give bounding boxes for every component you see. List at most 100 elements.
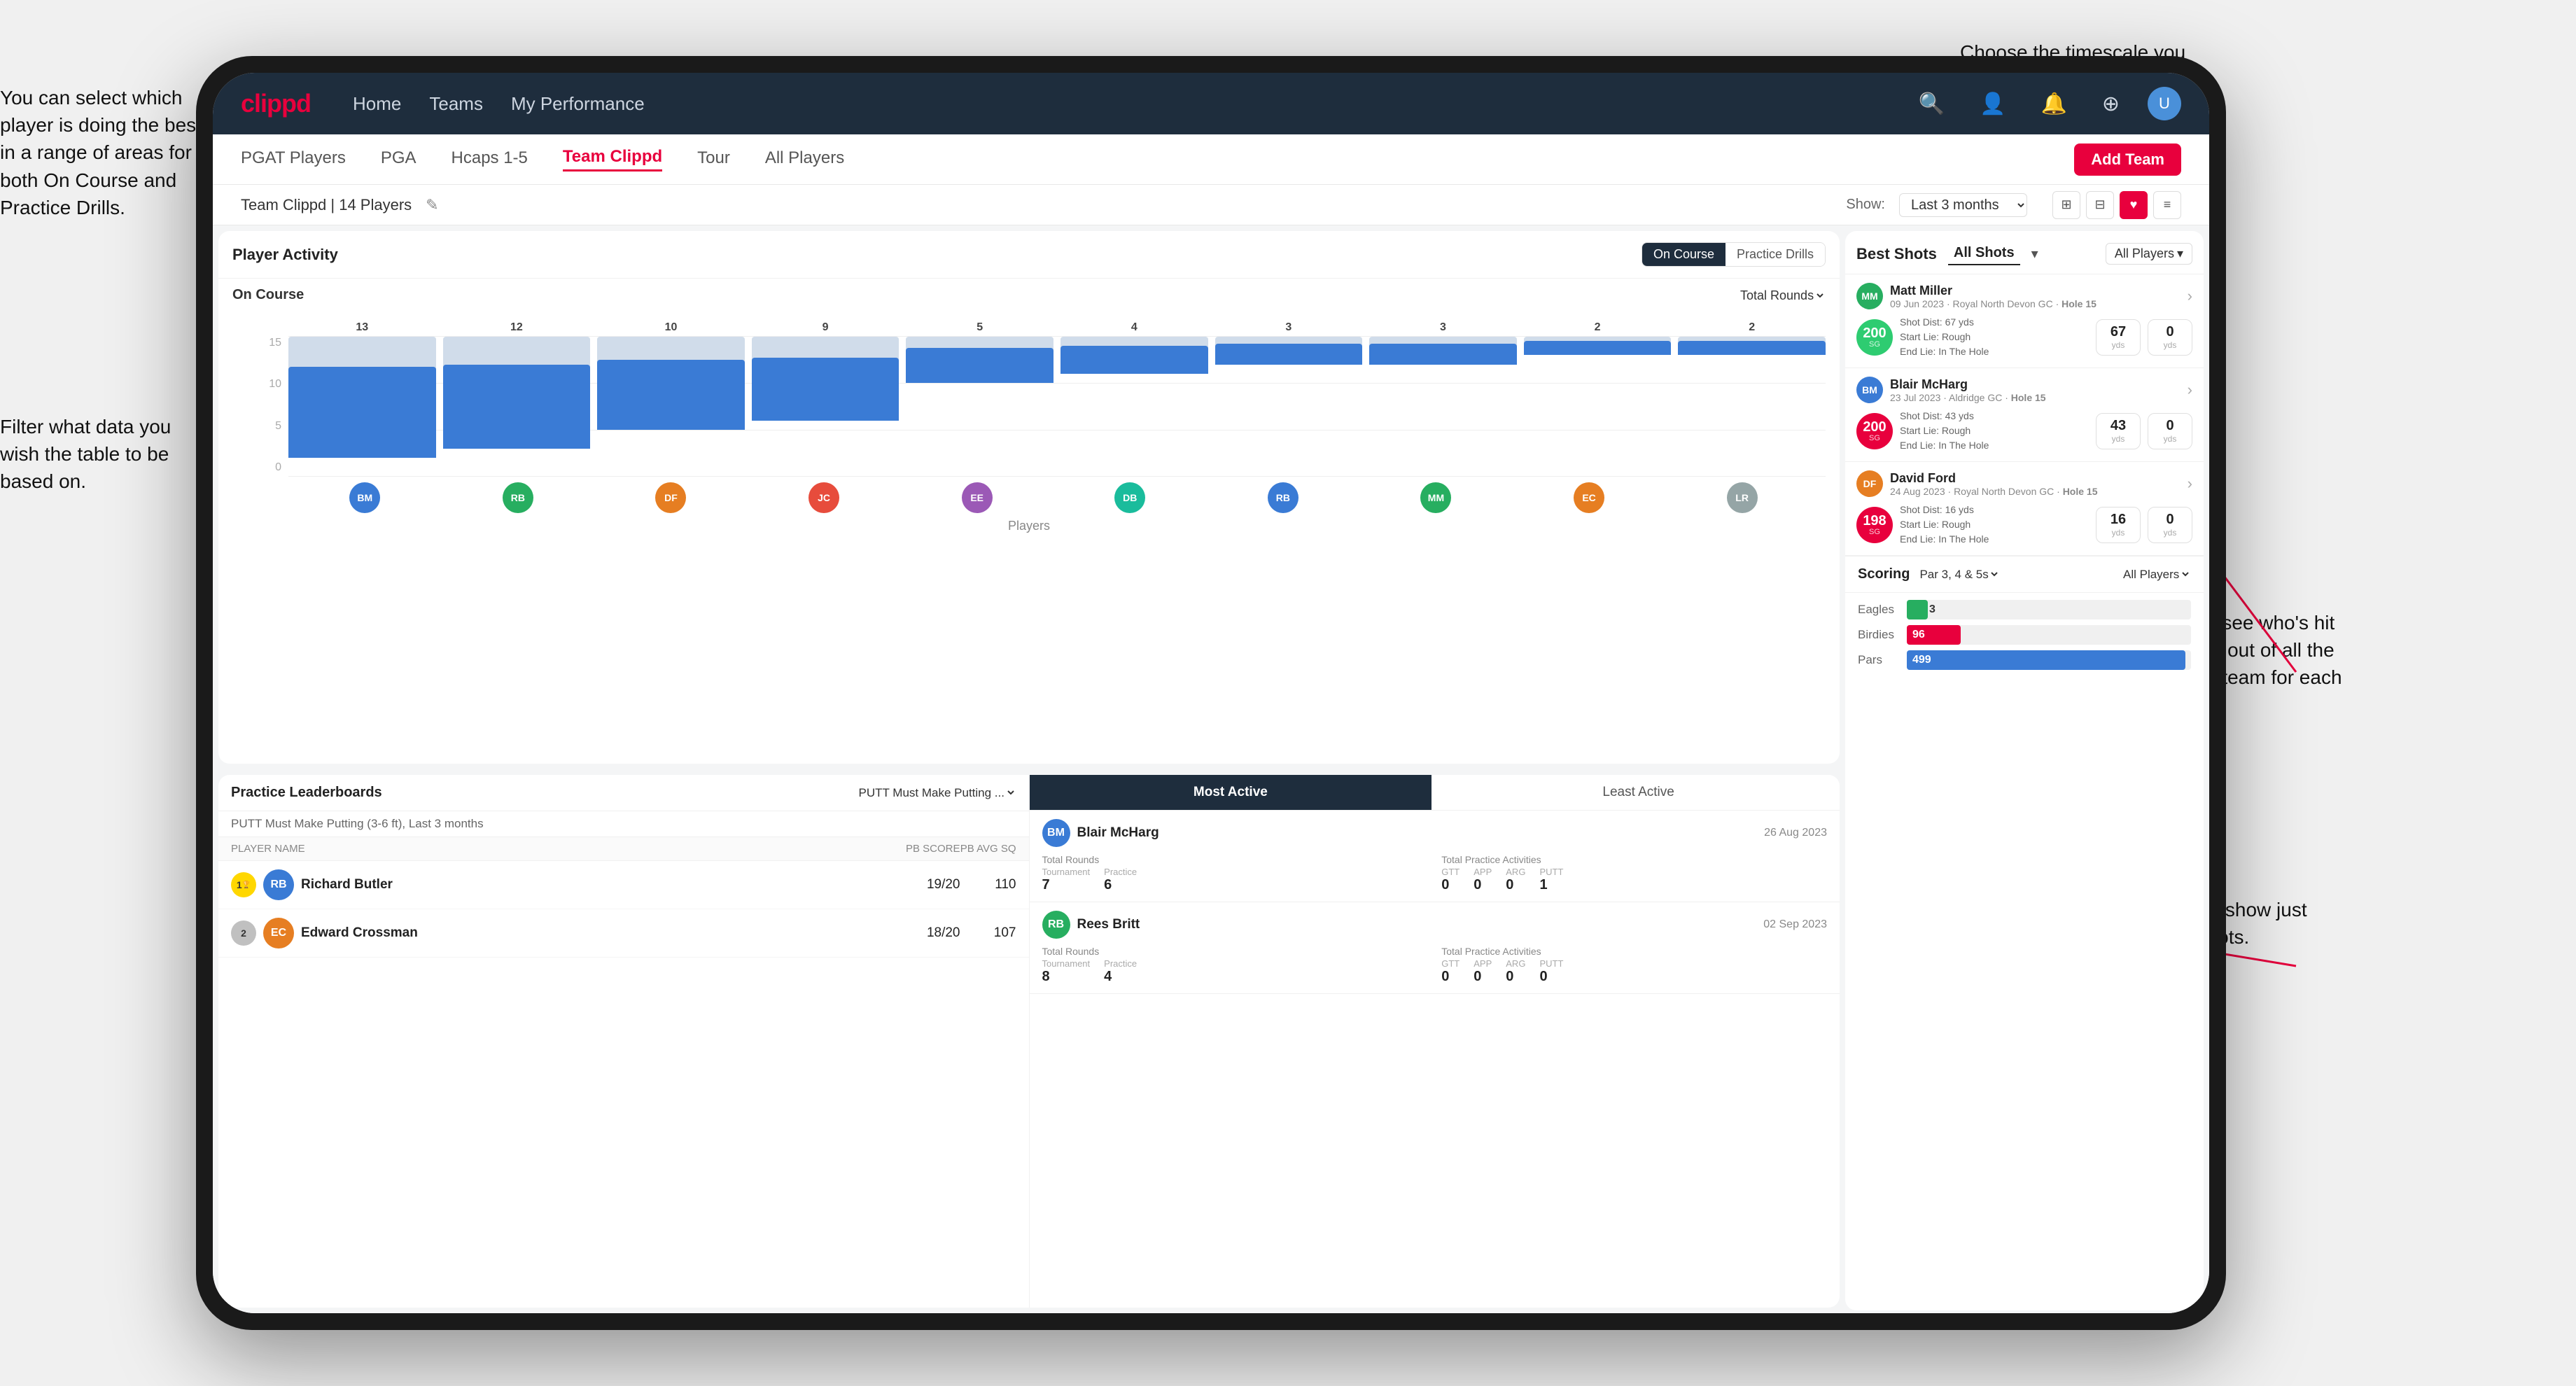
bar-value-mcharg: 13 bbox=[288, 321, 436, 334]
nav-home[interactable]: Home bbox=[353, 93, 401, 115]
chart-section-title: On Course bbox=[232, 287, 304, 303]
scoring-label-eagles: Eagles bbox=[1858, 603, 1900, 617]
tab-pga[interactable]: PGA bbox=[381, 148, 416, 171]
scoring-section: Scoring Par 3, 4 & 5s Par 3s Par 4s Par … bbox=[1845, 556, 2204, 1310]
practice-table-header: PLAYER NAME PB SCORE PB AVG SQ bbox=[218, 837, 1029, 861]
tab-pgat-players[interactable]: PGAT Players bbox=[241, 148, 346, 171]
view-icons: ⊞ ⊟ ♥ ≡ bbox=[2052, 191, 2181, 219]
avatar-ebert[interactable]: EE bbox=[962, 482, 993, 513]
avatar-crossman[interactable]: EC bbox=[1574, 482, 1604, 513]
bar-d-billingham: 4 bbox=[1060, 337, 1208, 477]
annotation-top-left: You can select which player is doing the… bbox=[0, 84, 203, 221]
scoring-filter2[interactable]: All Players bbox=[2120, 567, 2191, 582]
nav-my-performance[interactable]: My Performance bbox=[511, 93, 645, 115]
practice-leaderboards-section: Practice Leaderboards PUTT Must Make Put… bbox=[218, 775, 1030, 1308]
shot-name-matt: Matt Miller bbox=[1890, 284, 2180, 298]
avatar-ford[interactable]: DF bbox=[655, 482, 686, 513]
practice-drill-select[interactable]: PUTT Must Make Putting ... bbox=[856, 785, 1016, 800]
active-practice-activities-blair: Total Practice Activities GTT 0 APP 0 bbox=[1441, 854, 1827, 893]
add-team-button[interactable]: Add Team bbox=[2074, 144, 2181, 176]
chart-filter-select[interactable]: Total Rounds Fairways Hit GIR bbox=[1737, 288, 1826, 303]
bar-r-butler: 3 bbox=[1215, 337, 1363, 477]
shot-score-badge-david: 198 SG bbox=[1856, 507, 1893, 543]
y-label-10: 10 bbox=[260, 378, 281, 391]
pth-pb-score: PB SCORE bbox=[904, 843, 960, 855]
view-grid4-btn[interactable]: ⊞ bbox=[2052, 191, 2080, 219]
shot-chevron-blair: › bbox=[2188, 381, 2192, 399]
shot-card-matt-miller[interactable]: MM Matt Miller 09 Jun 2023 · Royal North… bbox=[1845, 274, 2204, 368]
scoring-bar-container-birdies: 96 bbox=[1907, 625, 2191, 645]
active-avatar-blair: BM bbox=[1042, 819, 1070, 847]
active-date-blair: 26 Aug 2023 bbox=[1764, 827, 1827, 839]
bell-icon[interactable]: 🔔 bbox=[2041, 92, 2067, 116]
add-icon[interactable]: ⊕ bbox=[2102, 92, 2120, 116]
nav-teams[interactable]: Teams bbox=[429, 93, 483, 115]
scoring-value-pars: 499 bbox=[1912, 654, 1931, 666]
tab-tour[interactable]: Tour bbox=[697, 148, 730, 171]
edit-icon[interactable]: ✎ bbox=[426, 196, 438, 214]
practice-row-richard: 1 🏆 RB Richard Butler 19/20 110 bbox=[218, 861, 1029, 909]
avatar-butler[interactable]: RB bbox=[1268, 482, 1298, 513]
active-date-rees: 02 Sep 2023 bbox=[1763, 918, 1827, 931]
tab-all-players[interactable]: All Players bbox=[765, 148, 844, 171]
avatar-britt[interactable]: RB bbox=[503, 482, 533, 513]
bar-value-coles: 9 bbox=[752, 321, 899, 334]
shot-card-blair-mcharg[interactable]: BM Blair McHarg 23 Jul 2023 · Aldridge G… bbox=[1845, 368, 2204, 462]
all-players-dropdown[interactable]: All Players ▾ bbox=[2106, 243, 2192, 265]
sub-nav: PGAT Players PGA Hcaps 1-5 Team Clippd T… bbox=[213, 134, 2209, 185]
shot-card-david-ford[interactable]: DF David Ford 24 Aug 2023 · Royal North … bbox=[1845, 462, 2204, 556]
shot-stat2-matt: 0 yds bbox=[2148, 319, 2192, 356]
show-select[interactable]: Last 3 months Last 6 months Last 12 mont… bbox=[1899, 193, 2027, 217]
tab-hcaps[interactable]: Hcaps 1-5 bbox=[451, 148, 528, 171]
tablet-screen: clippd Home Teams My Performance 🔍 👤 🔔 ⊕… bbox=[213, 73, 2209, 1313]
practice-header: Practice Leaderboards PUTT Must Make Put… bbox=[218, 775, 1029, 811]
rank-badge-1: 1 🏆 bbox=[231, 872, 256, 897]
active-player-header-rees: RB Rees Britt 02 Sep 2023 bbox=[1042, 911, 1828, 939]
scoring-value-birdies: 96 bbox=[1912, 629, 1925, 641]
shot-chevron-david: › bbox=[2188, 475, 2192, 493]
app-logo: clippd bbox=[241, 89, 311, 118]
users-icon[interactable]: 👤 bbox=[1980, 92, 2005, 116]
view-grid9-btn[interactable]: ⊟ bbox=[2086, 191, 2114, 219]
view-filter-btn[interactable]: ≡ bbox=[2153, 191, 2181, 219]
shot-meta-blair: 23 Jul 2023 · Aldridge GC · Hole 15 bbox=[1890, 392, 2180, 403]
bar-value-ford: 10 bbox=[597, 321, 745, 334]
player-avatars-row: BM RB DF JC EE DB RB MM EC LR bbox=[232, 477, 1826, 516]
shot-avatar-matt: MM bbox=[1856, 283, 1883, 309]
team-header: Team Clippd | 14 Players ✎ Show: Last 3 … bbox=[213, 185, 2209, 225]
scoring-label-birdies: Birdies bbox=[1858, 628, 1900, 642]
show-label: Show: bbox=[1846, 197, 1885, 213]
avatar-mcharg[interactable]: BM bbox=[349, 482, 380, 513]
player-activity-title: Player Activity bbox=[232, 246, 338, 264]
toggle-on-course[interactable]: On Course bbox=[1642, 243, 1726, 266]
player-activity-header: Player Activity On Course Practice Drill… bbox=[218, 231, 1840, 279]
bar-value-billingham: 4 bbox=[1060, 321, 1208, 334]
avatar-billingham[interactable]: DB bbox=[1114, 482, 1145, 513]
tab-least-active[interactable]: Least Active bbox=[1437, 775, 1840, 810]
tab-most-active[interactable]: Most Active bbox=[1030, 775, 1432, 810]
search-icon[interactable]: 🔍 bbox=[1919, 92, 1945, 116]
top-nav: clippd Home Teams My Performance 🔍 👤 🔔 ⊕… bbox=[213, 73, 2209, 134]
shot-info-text-blair: Shot Dist: 43 ydsStart Lie: RoughEnd Lie… bbox=[1900, 409, 2089, 453]
scoring-row-eagles: Eagles 3 bbox=[1858, 600, 2191, 620]
scoring-filter1[interactable]: Par 3, 4 & 5s Par 3s Par 4s Par 5s bbox=[1917, 567, 2000, 582]
bar-chart: 15 10 5 0 bbox=[232, 309, 1826, 477]
user-avatar[interactable]: U bbox=[2148, 87, 2181, 120]
pth-player-name: PLAYER NAME bbox=[231, 843, 904, 855]
tab-all-shots[interactable]: All Shots bbox=[1948, 242, 2020, 265]
bar-value-ebert: 5 bbox=[906, 321, 1054, 334]
avatar-miller[interactable]: MM bbox=[1420, 482, 1451, 513]
tab-team-clippd[interactable]: Team Clippd bbox=[563, 147, 662, 172]
shot-info-blair: Blair McHarg 23 Jul 2023 · Aldridge GC ·… bbox=[1890, 377, 2180, 403]
bar-m-miller: 3 bbox=[1369, 337, 1517, 477]
bar-j-coles: 9 bbox=[752, 337, 899, 477]
shots-dropdown-btn[interactable]: ▾ bbox=[2026, 242, 2044, 265]
pth-pb-avg: PB AVG SQ bbox=[960, 843, 1016, 855]
course-toggle-group: On Course Practice Drills bbox=[1642, 242, 1826, 267]
shot-details-blair: 200 SG Shot Dist: 43 ydsStart Lie: Rough… bbox=[1856, 409, 2192, 453]
best-shots-header: Best Shots All Shots ▾ All Players ▾ bbox=[1845, 231, 2204, 274]
avatar-coles[interactable]: JC bbox=[808, 482, 839, 513]
avatar-robertson[interactable]: LR bbox=[1727, 482, 1758, 513]
view-heart-btn[interactable]: ♥ bbox=[2120, 191, 2148, 219]
toggle-practice[interactable]: Practice Drills bbox=[1726, 243, 1825, 266]
